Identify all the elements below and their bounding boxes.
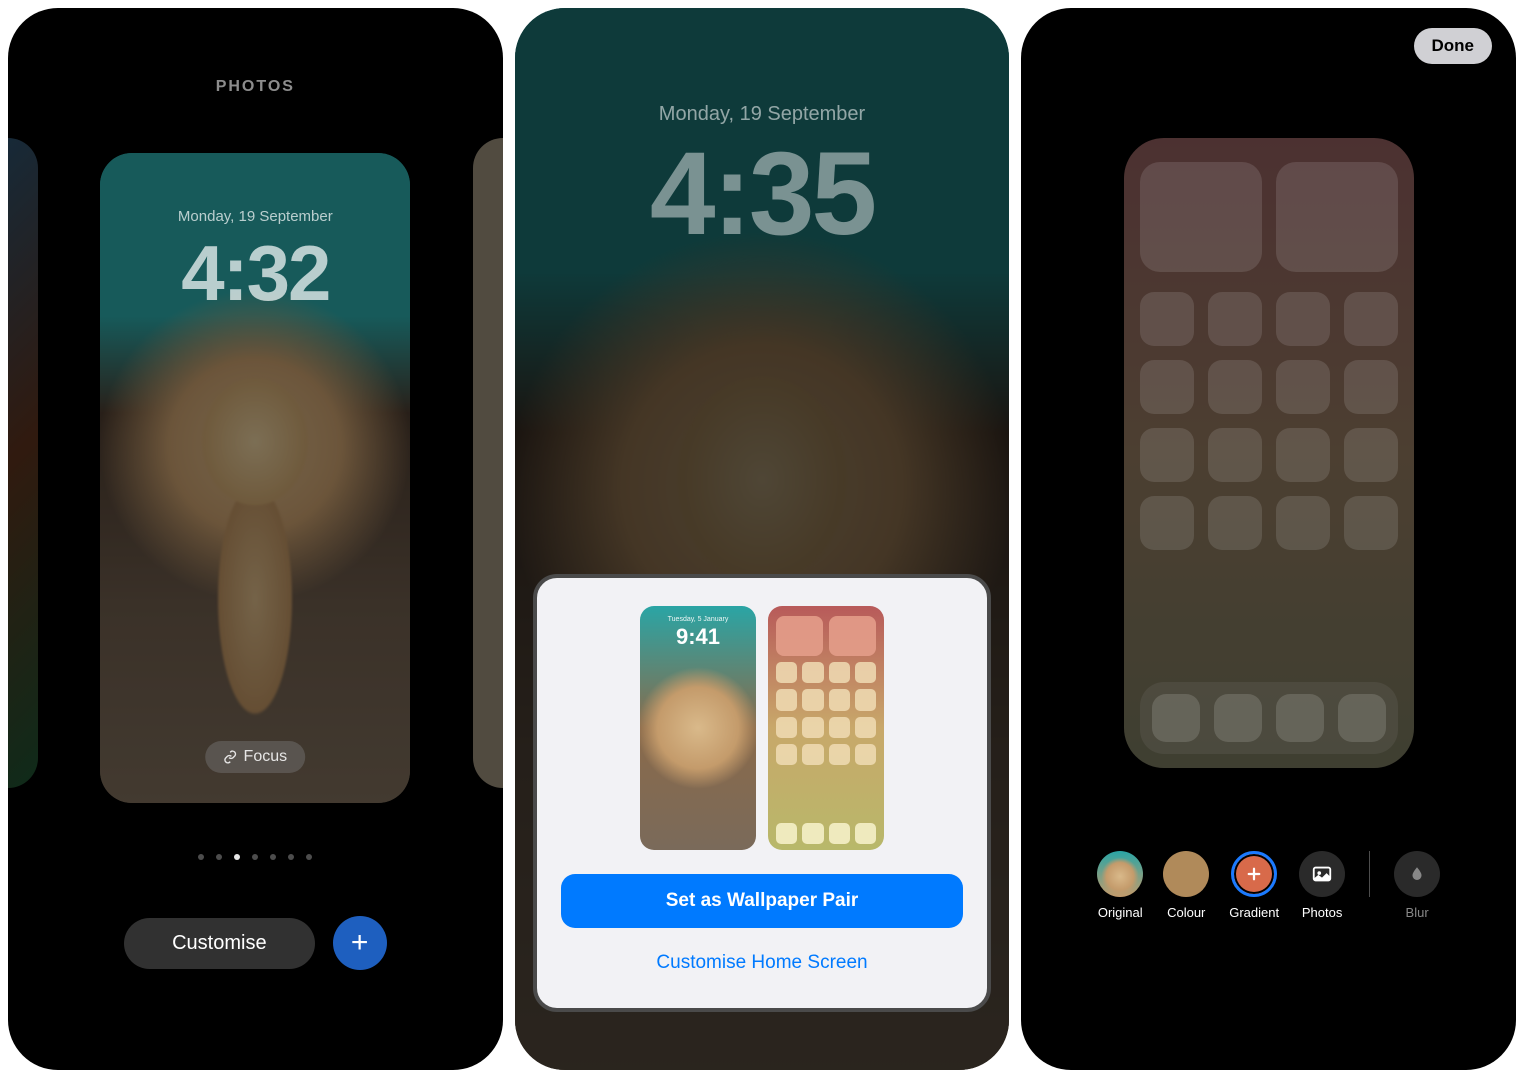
wallpaper-stage: Monday, 19 September 4:32 Focus — [8, 138, 503, 818]
screen-set-wallpaper-dialog: Monday, 19 September 4:35 Tuesday, 5 Jan… — [515, 8, 1010, 1070]
screen-lockscreen-gallery: PHOTOS Monday, 19 September 4:32 Focus C… — [8, 8, 503, 1070]
option-original[interactable]: Original — [1097, 851, 1143, 920]
screen-customise-home-screen: Done Original Colour Gradient Photo — [1021, 8, 1516, 1070]
plus-icon — [1245, 865, 1263, 883]
app-icon-placeholder — [1140, 292, 1194, 346]
thumb-time: 9:41 — [640, 624, 756, 650]
option-label: Photos — [1302, 905, 1342, 920]
homescreen-thumbnail — [768, 606, 884, 850]
option-label: Blur — [1406, 905, 1429, 920]
add-wallpaper-button[interactable]: + — [333, 916, 387, 970]
focus-pill[interactable]: Focus — [206, 741, 306, 773]
background-style-toolbar: Original Colour Gradient Photos Blur — [1021, 851, 1516, 920]
current-wallpaper-card[interactable]: Monday, 19 September 4:32 Focus — [100, 153, 410, 803]
blur-icon — [1394, 851, 1440, 897]
colour-swatch-icon — [1163, 851, 1209, 897]
lockscreen-time: 4:32 — [100, 228, 410, 319]
option-label: Original — [1098, 905, 1143, 920]
thumb-date: Tuesday, 5 January — [640, 616, 756, 623]
done-button[interactable]: Done — [1414, 28, 1493, 64]
gallery-category-title: PHOTOS — [8, 78, 503, 96]
homescreen-preview — [1124, 138, 1414, 768]
option-label: Colour — [1167, 905, 1205, 920]
lockscreen-thumbnail: Tuesday, 5 January 9:41 — [640, 606, 756, 850]
page-indicator — [8, 854, 503, 860]
pair-previews: Tuesday, 5 January 9:41 — [561, 606, 964, 850]
lockscreen-time: 4:35 — [515, 126, 1010, 262]
option-photos[interactable]: Photos — [1299, 851, 1345, 920]
focus-label: Focus — [244, 748, 288, 766]
option-gradient[interactable]: Gradient — [1229, 851, 1279, 920]
lockscreen-date: Monday, 19 September — [100, 208, 410, 225]
dock — [1140, 682, 1398, 754]
gradient-swatch-icon — [1231, 851, 1277, 897]
link-icon — [224, 750, 238, 764]
option-blur[interactable]: Blur — [1394, 851, 1440, 920]
set-as-pair-button[interactable]: Set as Wallpaper Pair — [561, 874, 964, 928]
photos-icon — [1299, 851, 1345, 897]
original-thumbnail-icon — [1097, 851, 1143, 897]
customise-button[interactable]: Customise — [124, 918, 314, 969]
widget-placeholder — [1276, 162, 1398, 272]
lockscreen-date: Monday, 19 September — [515, 103, 1010, 126]
wallpaper-pair-sheet: Tuesday, 5 January 9:41 Set as Wallpaper… — [533, 574, 992, 1012]
bottom-toolbar: Customise + — [8, 916, 503, 970]
toolbar-divider — [1369, 851, 1370, 897]
plus-icon: + — [351, 926, 369, 960]
option-label: Gradient — [1229, 905, 1279, 920]
customise-home-screen-button[interactable]: Customise Home Screen — [561, 938, 964, 988]
option-colour[interactable]: Colour — [1163, 851, 1209, 920]
widget-placeholder — [1140, 162, 1262, 272]
